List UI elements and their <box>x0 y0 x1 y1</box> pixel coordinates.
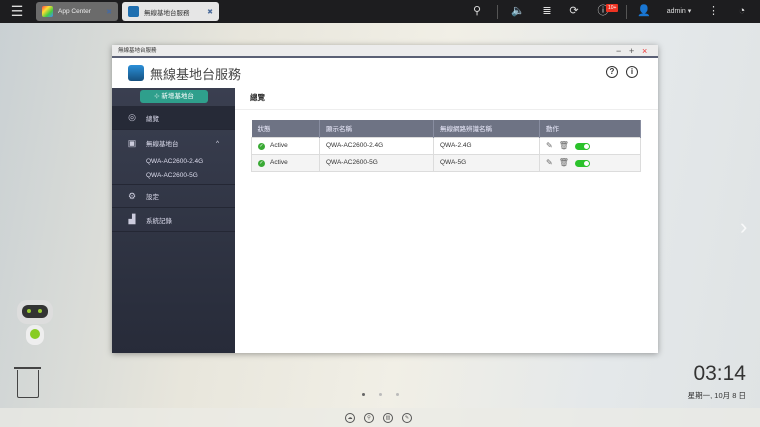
close-icon[interactable]: ✖ <box>106 8 112 16</box>
app-window: 無線基地台服務 − + × 無線基地台服務 ? i ⊹ 新增基地台 ◎ 總覽 ▣ 無… <box>112 45 658 353</box>
wireless-ap-icon <box>128 6 139 17</box>
maximize-button[interactable]: + <box>629 45 634 57</box>
check-icon: ✓ <box>258 159 265 167</box>
tab-label: 無線基地台服務 <box>144 9 190 17</box>
user-menu[interactable]: admin ▾ <box>662 0 696 23</box>
table-row: ✓ Active QWA-AC2600-2.4G QWA-2.4G ✎ 🗑 <box>251 136 641 155</box>
check-icon: ✓ <box>258 142 265 150</box>
note-icon[interactable]: ✎ <box>402 413 412 423</box>
status: Active <box>270 158 288 166</box>
device-icon: ▣ <box>127 137 137 148</box>
close-icon[interactable]: ✖ <box>207 8 213 16</box>
ssid: QWA-2.4G <box>433 136 540 155</box>
trash-icon[interactable]: 🗑 <box>559 141 569 150</box>
sidebar-item-label: 設定 <box>146 194 159 201</box>
table-row: ✓ Active QWA-AC2600-5G QWA-5G ✎ 🗑 <box>251 153 641 172</box>
page-dot[interactable] <box>396 393 399 396</box>
column-header[interactable]: 無線網路辨識名稱 <box>433 120 540 137</box>
clock-date: 星期一, 10月 8 日 <box>687 391 746 400</box>
info-icon[interactable]: i <box>626 66 638 78</box>
column-header: 動作 <box>539 120 641 137</box>
search-icon[interactable]: ⚲ <box>364 413 374 423</box>
display-name: QWA-AC2600-2.4G <box>319 136 434 155</box>
sidebar-item-access-points[interactable]: ▣ 無線基地台 ^ <box>112 131 235 155</box>
sync-icon[interactable]: ⟳ <box>567 0 581 23</box>
chevron-right-icon[interactable]: › <box>740 214 747 240</box>
chart-icon: ▟ <box>128 214 136 224</box>
user-icon[interactable]: 👤 <box>637 0 651 23</box>
menu-icon[interactable]: ☰ <box>0 0 34 23</box>
book-icon[interactable]: ▥ <box>383 413 393 423</box>
main-content: 總覽 狀態 顯示名稱 無線網路辨識名稱 動作 ✓ Active QWA-AC2600-2.… <box>235 88 658 353</box>
window-titlebar[interactable]: 無線基地台服務 − + × <box>112 45 658 58</box>
clock-time: 03:14 <box>693 362 746 385</box>
tab-label: App Center <box>58 8 91 15</box>
sidebar: ⊹ 新增基地台 ◎ 總覽 ▣ 無線基地台 ^ QWA-AC2600-2.4G QWA-… <box>112 88 235 353</box>
app-logo-icon <box>128 65 144 81</box>
app-center-icon <box>42 6 53 17</box>
page-dot[interactable] <box>379 393 382 396</box>
sidebar-item-label: 系統記錄 <box>146 217 172 225</box>
sidebar-item-logs[interactable]: ▟ 系統記錄 <box>112 208 235 232</box>
status: Active <box>270 141 288 149</box>
notification-badge: 10+ <box>606 4 619 12</box>
minimize-button[interactable]: − <box>616 45 621 57</box>
gear-icon: ⚙ <box>127 190 137 201</box>
search-icon[interactable]: ⚲ <box>470 0 484 23</box>
chevron-up-icon[interactable]: ^ <box>216 140 219 147</box>
enable-toggle[interactable] <box>574 159 590 167</box>
edit-icon[interactable]: ✎ <box>546 158 553 167</box>
dashboard-icon: ◎ <box>128 112 136 122</box>
help-icon[interactable]: ? <box>606 66 618 78</box>
bottom-bar <box>0 408 760 427</box>
column-header[interactable]: 狀態 <box>251 120 320 137</box>
add-ap-label: 新增基地台 <box>161 93 194 100</box>
cloud-icon[interactable]: ☁ <box>345 413 355 423</box>
more-icon[interactable]: ⋮ <box>708 0 719 23</box>
sidebar-subitem[interactable]: QWA-AC2600-5G <box>146 172 198 179</box>
column-header[interactable]: 顯示名稱 <box>319 120 434 137</box>
add-ap-button[interactable]: ⊹ 新增基地台 <box>140 90 208 103</box>
sidebar-item-label: 總覽 <box>146 115 159 123</box>
tab-wireless-ap[interactable]: 無線基地台服務 ✖ <box>122 2 219 21</box>
ap-table: 狀態 顯示名稱 無線網路辨識名稱 動作 ✓ Active QWA-AC2600-2.4G Q… <box>251 120 641 172</box>
display-name: QWA-AC2600-5G <box>319 153 434 172</box>
tab-app-center[interactable]: App Center ✖ <box>36 2 118 21</box>
robot-assistant-icon[interactable] <box>17 300 53 350</box>
sidebar-item-settings[interactable]: ⚙ 設定 <box>112 184 235 208</box>
stack-icon[interactable]: ≣ <box>540 0 554 23</box>
volume-icon[interactable]: 🔈 <box>510 0 526 23</box>
page-dot-active[interactable] <box>362 393 365 396</box>
close-button[interactable]: × <box>642 45 647 57</box>
app-title: 無線基地台服務 <box>150 66 242 82</box>
page-title: 總覽 <box>235 88 658 110</box>
dashboard-icon[interactable]: ◔ <box>734 0 750 23</box>
trash-icon[interactable] <box>14 367 41 398</box>
trash-icon[interactable]: 🗑 <box>559 158 569 167</box>
sidebar-item-overview[interactable]: ◎ 總覽 <box>112 106 235 130</box>
edit-icon[interactable]: ✎ <box>546 141 553 150</box>
top-bar: ☰ App Center ✖ 無線基地台服務 ✖ ⚲ 🔈 ≣ ⟳ ⓘ 10+ 👤 a… <box>0 0 760 23</box>
enable-toggle[interactable] <box>574 142 590 150</box>
window-title: 無線基地台服務 <box>118 48 157 54</box>
sidebar-item-label: 無線基地台 <box>146 141 179 148</box>
sidebar-subitem[interactable]: QWA-AC2600-2.4G <box>146 158 203 165</box>
ssid: QWA-5G <box>433 153 540 172</box>
